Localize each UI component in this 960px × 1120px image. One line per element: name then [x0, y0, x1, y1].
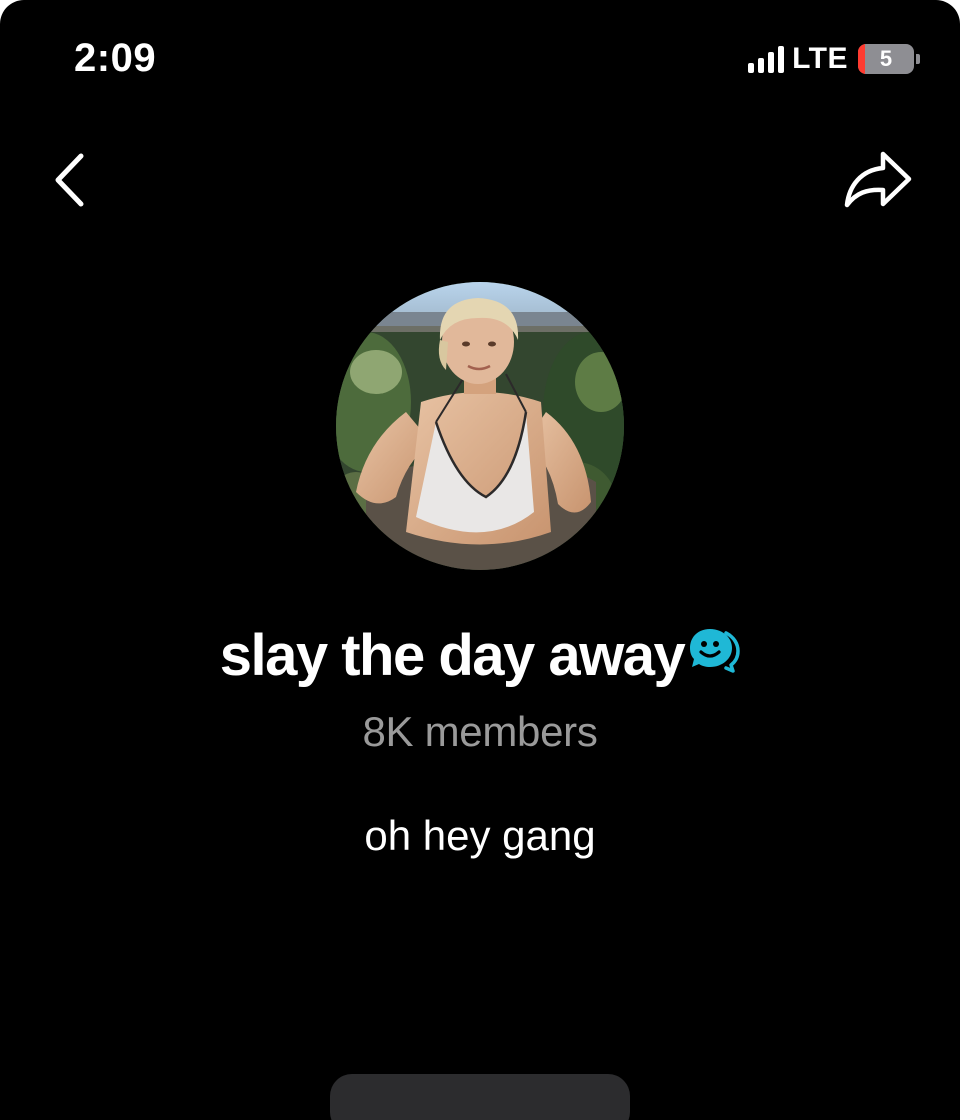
- member-count[interactable]: 8K members: [0, 708, 960, 756]
- chat-bubble-smile-icon: [690, 628, 741, 673]
- back-button[interactable]: [44, 150, 94, 210]
- community-description: oh hey gang: [364, 812, 596, 859]
- battery-icon: 5: [858, 44, 914, 74]
- profile-photo: [336, 282, 624, 570]
- screen: 2:09 LTE 5 slay the day away 8K members …: [0, 0, 960, 1120]
- network-type: LTE: [792, 42, 848, 75]
- community-avatar[interactable]: [336, 282, 624, 570]
- share-button[interactable]: [842, 146, 914, 214]
- status-time: 2:09: [74, 36, 157, 80]
- battery-level: 5: [879, 46, 893, 71]
- signal-icon: [748, 45, 785, 73]
- community-name: slay the day away: [219, 623, 686, 688]
- bottom-action-button[interactable]: [330, 1074, 630, 1120]
- battery-cap: [916, 54, 920, 64]
- share-arrow-icon: [844, 151, 912, 208]
- chevron-left-icon: [55, 153, 84, 207]
- status-indicators: LTE 5: [748, 42, 920, 76]
- community-title-row: slay the day away: [0, 622, 960, 689]
